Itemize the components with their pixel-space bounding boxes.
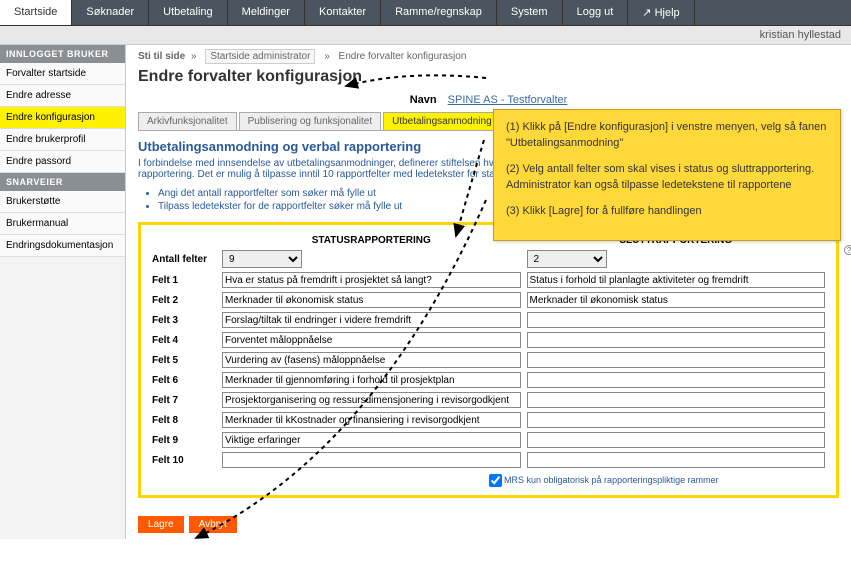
slutt-field[interactable] [527,452,826,468]
subtab[interactable]: Publisering og funksjonalitet [239,112,382,130]
navn-row: Navn SPINE AS - Testforvalter [138,94,839,106]
status-field[interactable] [222,272,521,288]
mrs-checkbox-row: MRS kun obligatorisk på rapporteringspli… [149,474,828,487]
topnav-tab[interactable]: Kontakter [305,0,381,25]
status-field[interactable] [222,292,521,308]
page-title: Endre forvalter konfigurasjon [138,68,839,86]
navn-link[interactable]: SPINE AS - Testforvalter [448,94,568,106]
table-row: Felt 4 [149,330,828,350]
status-field[interactable] [222,412,521,428]
instruction-callout: (1) Klikk på [Endre konfigurasjon] i ven… [493,109,841,241]
col-header-status: STATUSRAPPORTERING [219,233,524,248]
sidebar-item[interactable]: Endringsdokumentasjon [0,235,125,257]
antall-status-select[interactable]: 9 [222,250,302,268]
username: kristian hyllestad [760,29,841,41]
top-nav: StartsideSøknaderUtbetalingMeldingerKont… [0,0,851,26]
antall-slutt-select[interactable]: 2 [527,250,607,268]
breadcrumb-item: Endre forvalter konfigurasjon [339,51,467,62]
sidebar-header-user: INNLOGGET BRUKER [0,45,125,63]
topnav-tab[interactable]: Søknader [72,0,149,25]
sidebar-item[interactable]: Endre adresse [0,85,125,107]
slutt-field[interactable] [527,432,826,448]
topnav-tab[interactable]: Utbetaling [149,0,228,25]
table-row: Felt 2 [149,290,828,310]
table-row: Felt 1 [149,270,828,290]
sidebar-header-shortcuts: SNARVEIER [0,173,125,191]
form-box: ? STATUSRAPPORTERING SLUTTRAPPORTERING A… [138,222,839,498]
slutt-field[interactable] [527,332,826,348]
table-row: Felt 10 [149,450,828,470]
status-field[interactable] [222,452,521,468]
topnav-tab[interactable]: System [497,0,563,25]
subtab[interactable]: Arkivfunksjonalitet [138,112,237,130]
slutt-field[interactable] [527,352,826,368]
slutt-field[interactable] [527,312,826,328]
help-icon[interactable]: ? [844,245,851,255]
main-content: Sti til side » Startside administrator »… [126,45,851,539]
slutt-field[interactable] [527,392,826,408]
status-field[interactable] [222,352,521,368]
sidebar-item[interactable]: Endre brukerprofil [0,129,125,151]
table-row: Felt 7 [149,390,828,410]
mrs-checkbox[interactable] [489,474,502,487]
table-row: Felt 9 [149,430,828,450]
table-row: Felt 3 [149,310,828,330]
table-row: Felt 5 [149,350,828,370]
topnav-tab[interactable]: Logg ut [563,0,629,25]
topnav-tab[interactable]: Ramme/regnskap [381,0,497,25]
slutt-field[interactable] [527,292,826,308]
save-button[interactable]: Lagre [138,516,184,533]
status-field[interactable] [222,392,521,408]
slutt-field[interactable] [527,372,826,388]
sidebar: INNLOGGET BRUKER Forvalter startsideEndr… [0,45,126,539]
topnav-tab[interactable]: Meldinger [228,0,305,25]
table-row: Felt 6 [149,370,828,390]
status-field[interactable] [222,332,521,348]
sidebar-item[interactable]: Endre passord [0,151,125,173]
table-row: Felt 8 [149,410,828,430]
sidebar-item[interactable]: Brukermanual [0,213,125,235]
sidebar-item[interactable]: Forvalter startside [0,63,125,85]
action-buttons: Lagre Avbryt [138,516,839,533]
slutt-field[interactable] [527,272,826,288]
status-field[interactable] [222,312,521,328]
status-field[interactable] [222,432,521,448]
status-field[interactable] [222,372,521,388]
breadcrumb: Sti til side » Startside administrator »… [138,51,839,62]
sidebar-item[interactable]: Endre konfigurasjon [0,107,125,129]
slutt-field[interactable] [527,412,826,428]
sidebar-item[interactable]: Brukerstøtte [0,191,125,213]
subtab[interactable]: Utbetalingsanmodning [383,112,501,130]
cancel-button[interactable]: Avbryt [189,516,237,533]
user-bar: kristian hyllestad [0,26,851,45]
topnav-tab[interactable]: ↗ Hjelp [628,0,694,25]
topnav-tab[interactable]: Startside [0,0,72,25]
breadcrumb-item[interactable]: Startside administrator [205,49,315,64]
